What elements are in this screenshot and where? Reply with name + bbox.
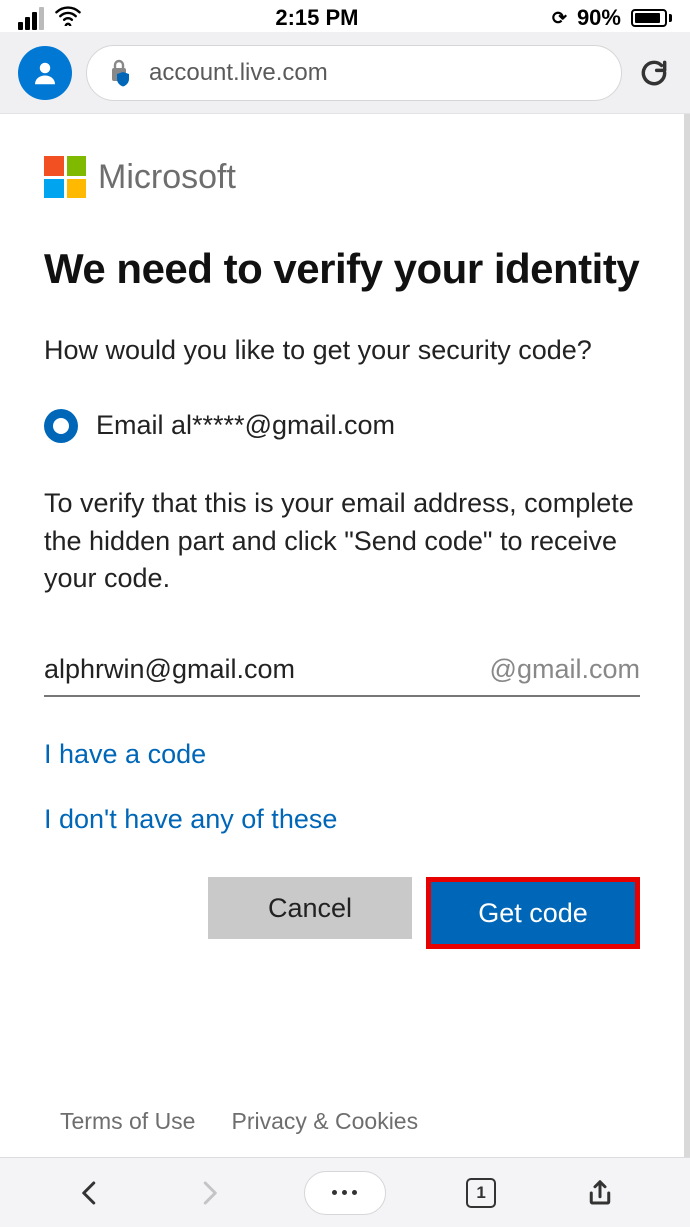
email-domain-suffix: @gmail.com (490, 654, 640, 685)
tabs-button[interactable]: 1 (457, 1169, 505, 1217)
link-privacy[interactable]: Privacy & Cookies (231, 1108, 418, 1135)
microsoft-wordmark: Microsoft (98, 158, 236, 197)
browser-top-bar: account.live.com (0, 32, 690, 114)
cancel-button[interactable]: Cancel (208, 877, 412, 939)
wifi-icon (54, 4, 82, 32)
microsoft-logo-icon (44, 156, 86, 198)
tab-count: 1 (476, 1183, 485, 1203)
email-field[interactable] (44, 654, 490, 685)
back-button[interactable] (66, 1169, 114, 1217)
verification-instruction: To verify that this is your email addres… (44, 485, 640, 598)
forward-button[interactable] (185, 1169, 233, 1217)
url-text: account.live.com (149, 59, 328, 87)
page-title: We need to verify your identity (44, 244, 640, 294)
microsoft-brand: Microsoft (44, 156, 640, 198)
site-security-icon (109, 58, 135, 88)
get-code-button[interactable]: Get code (431, 882, 635, 944)
cellular-signal-icon (18, 7, 44, 30)
status-bar: 2:15 PM ⟳ 90% (0, 0, 690, 32)
battery-icon (631, 9, 672, 27)
profile-avatar[interactable] (18, 46, 72, 100)
browser-bottom-bar: 1 (0, 1157, 690, 1227)
page-subhead: How would you like to get your security … (44, 332, 640, 368)
legal-footer: Terms of Use Privacy & Cookies (0, 1085, 690, 1157)
link-have-code[interactable]: I have a code (44, 739, 640, 770)
menu-button[interactable] (304, 1171, 386, 1215)
action-buttons: Cancel Get code (44, 877, 640, 949)
address-bar[interactable]: account.live.com (86, 45, 622, 101)
status-time: 2:15 PM (275, 5, 358, 31)
share-button[interactable] (576, 1169, 624, 1217)
annotation-highlight: Get code (426, 877, 640, 949)
email-input-row[interactable]: @gmail.com (44, 654, 640, 697)
battery-percentage: 90% (577, 5, 621, 31)
link-terms[interactable]: Terms of Use (60, 1108, 195, 1135)
verification-option-email[interactable]: Email al*****@gmail.com (44, 409, 640, 443)
rotation-lock-icon: ⟳ (552, 8, 567, 29)
verification-option-label: Email al*****@gmail.com (96, 410, 395, 441)
reload-button[interactable] (636, 55, 672, 91)
radio-selected-icon[interactable] (44, 409, 78, 443)
link-dont-have-any[interactable]: I don't have any of these (44, 804, 640, 835)
page-content: Microsoft We need to verify your identit… (0, 114, 690, 1085)
